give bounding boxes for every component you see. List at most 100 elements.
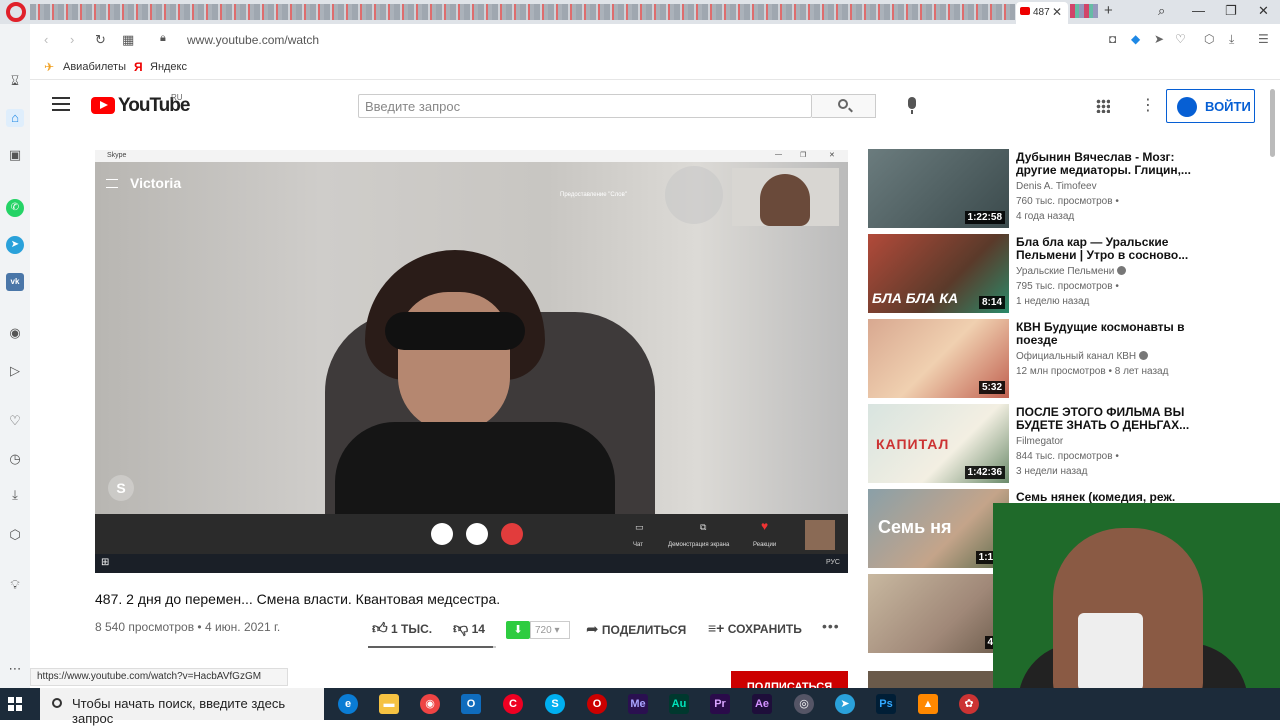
apps-grid-icon[interactable] xyxy=(1096,99,1110,113)
rec-title[interactable]: Дубынин Вячеслав - Мозг: другие медиатор… xyxy=(1016,151,1191,177)
save-button[interactable]: ≡+ СОХРАНИТЬ xyxy=(708,620,802,636)
plane-icon: ✈ xyxy=(44,60,55,74)
tips-icon[interactable]: 💡︎ xyxy=(6,576,24,594)
rec-item[interactable]: БЛА БЛА КА 8:14 Бла бла кар — Уральские … xyxy=(868,234,1198,314)
tab-search-icon[interactable]: ⌕ xyxy=(1158,3,1165,19)
downloads-icon[interactable]: ⤓ xyxy=(6,486,24,504)
rec-thumbnail[interactable] xyxy=(868,671,1009,688)
quality-select[interactable]: 720 ▾ xyxy=(530,621,570,639)
explorer-icon[interactable]: ▬ xyxy=(379,694,399,714)
vk-icon[interactable]: vk xyxy=(6,273,24,291)
youtube-favicon-icon xyxy=(1020,7,1030,15)
mic-icon[interactable] xyxy=(908,97,916,114)
send-icon[interactable]: ➤ xyxy=(1154,32,1164,46)
shield-icon[interactable]: ◆ xyxy=(1131,32,1140,46)
rec-thumbnail[interactable]: 44: xyxy=(868,574,1009,653)
maximize-icon[interactable]: ❐ xyxy=(1225,3,1237,19)
rec-thumbnail[interactable]: Семь ня 1:12: xyxy=(868,489,1009,568)
more-actions-icon[interactable]: ••• xyxy=(822,618,840,634)
download-video-button[interactable]: ⬇ xyxy=(506,621,530,639)
menu-icon[interactable] xyxy=(52,97,70,111)
rec-item[interactable]: 5:32 КВН Будущие космонавты в поезде Офи… xyxy=(868,319,1198,399)
close-window-icon[interactable]: ✕ xyxy=(1258,3,1269,19)
rec-item[interactable]: 1:22:58 Дубынин Вячеслав - Мозг: другие … xyxy=(868,149,1198,229)
home-icon[interactable]: ⌂ xyxy=(6,109,24,127)
telegram-icon[interactable]: ➤ xyxy=(835,694,855,714)
video-views-date: 8 540 просмотров • 4 июн. 2021 г. xyxy=(95,620,281,634)
forward-icon[interactable]: › xyxy=(70,32,74,47)
cube-icon[interactable]: ⬡ xyxy=(1204,32,1214,46)
vlc-icon[interactable]: ▲ xyxy=(918,694,938,714)
media-encoder-icon[interactable]: Me xyxy=(628,694,648,714)
edge-icon[interactable]: e xyxy=(338,694,358,714)
search-input[interactable] xyxy=(359,95,779,117)
windows-start-icon[interactable] xyxy=(8,697,22,711)
whatsapp-icon[interactable]: ✆ xyxy=(6,199,24,217)
download-icon[interactable]: ⤓ xyxy=(1229,32,1234,47)
opera-logo-icon[interactable] xyxy=(6,2,26,22)
easy-setup-icon[interactable]: ☰ xyxy=(1258,32,1269,46)
audition-icon[interactable]: Au xyxy=(669,694,689,714)
search-button[interactable] xyxy=(812,94,876,118)
tab-strip[interactable] xyxy=(30,4,1015,20)
self-head-shape xyxy=(760,174,810,226)
rec-title[interactable]: КВН Будущие космонавты в поезде xyxy=(1016,321,1191,347)
pinned-tabs[interactable] xyxy=(1070,4,1098,18)
after-effects-icon[interactable]: Ae xyxy=(752,694,772,714)
rec-thumbnail[interactable]: 1:22:58 xyxy=(868,149,1009,228)
send-icon[interactable]: ▷ xyxy=(6,362,24,380)
rec-channel[interactable]: Filmegator xyxy=(1016,436,1063,447)
heart-icon[interactable]: ♡ xyxy=(6,412,24,430)
more-vert-icon[interactable]: ⋮ xyxy=(1140,95,1156,115)
hourglass-icon[interactable]: ⌛︎ xyxy=(6,72,24,90)
rec-title[interactable]: Бла бла кар — Уральские Пельмени | Утро … xyxy=(1016,236,1191,262)
back-icon[interactable]: ‹ xyxy=(44,32,48,47)
reload-icon[interactable]: ↻ xyxy=(95,32,106,48)
rec-channel[interactable]: Официальный канал КВН xyxy=(1016,351,1149,362)
chrome-icon[interactable]: ◉ xyxy=(420,694,440,714)
dislike-button[interactable]: 👎︎ 14 xyxy=(453,620,485,638)
history-icon[interactable]: ◷ xyxy=(6,450,24,468)
taskbar-search[interactable]: Чтобы начать поиск, введите здесь запрос xyxy=(40,688,324,726)
rec-channel[interactable]: Denis A. Timofeev xyxy=(1016,181,1097,192)
tabs-grid-icon[interactable]: ▦ xyxy=(122,32,134,48)
rec-thumb-text: БЛА БЛА КА xyxy=(872,290,959,306)
opera-icon[interactable]: O xyxy=(587,694,607,714)
skype-icon[interactable]: S xyxy=(545,694,565,714)
player-icon[interactable]: ◉ xyxy=(6,324,24,342)
rec-views: 844 тыс. просмотров • xyxy=(1016,451,1119,462)
youtube-logo-icon[interactable] xyxy=(91,97,115,114)
cube-icon[interactable]: ⬡ xyxy=(6,526,24,544)
camera-icon[interactable]: ◘ xyxy=(1109,32,1116,46)
obs-icon[interactable]: ◎ xyxy=(794,694,814,714)
minimize-icon[interactable]: — xyxy=(1192,3,1205,18)
close-tab-icon[interactable]: ✕ xyxy=(1052,5,1062,19)
rec-thumbnail[interactable]: КАПИТАЛ 1:42:36 xyxy=(868,404,1009,483)
lock-icon[interactable]: 🔒︎ xyxy=(160,32,166,45)
subscribe-button[interactable]: ПОДПИСАТЬСЯ xyxy=(731,671,848,688)
like-button[interactable]: 👍︎ 1 ТЫС. xyxy=(372,620,432,638)
verified-icon xyxy=(1117,266,1127,275)
photoshop-icon[interactable]: Ps xyxy=(876,694,896,714)
bookmark-avia[interactable]: Авиабилеты xyxy=(63,61,126,73)
share-button[interactable]: ➦ ПОДЕЛИТЬСЯ xyxy=(586,620,686,638)
more-icon[interactable]: ⋯ xyxy=(6,660,24,678)
rec-channel[interactable]: Уральские Пельмени xyxy=(1016,266,1127,277)
app-icon[interactable]: C xyxy=(503,694,523,714)
page-scrollbar[interactable] xyxy=(1270,89,1275,157)
premiere-icon[interactable]: Pr xyxy=(710,694,730,714)
media-icon[interactable]: ▣ xyxy=(6,146,24,164)
bookmark-yandex[interactable]: Яндекс xyxy=(150,61,187,73)
outlook-icon[interactable]: O xyxy=(461,694,481,714)
rec-thumbnail[interactable]: 5:32 xyxy=(868,319,1009,398)
rec-item[interactable]: КАПИТАЛ 1:42:36 ПОСЛЕ ЭТОГО ФИЛЬМА ВЫ БУ… xyxy=(868,404,1198,484)
app-icon[interactable]: ✿ xyxy=(959,694,979,714)
rec-title[interactable]: ПОСЛЕ ЭТОГО ФИЛЬМА ВЫ БУДЕТЕ ЗНАТЬ О ДЕН… xyxy=(1016,406,1191,432)
url-text[interactable]: www.youtube.com/watch xyxy=(187,33,319,47)
telegram-icon[interactable]: ➤ xyxy=(6,236,24,254)
video-player[interactable]: Skype — ❐ ✕ Victoria Предоставление "Сло… xyxy=(95,150,848,573)
new-tab-button[interactable]: + xyxy=(1104,2,1113,19)
rec-thumbnail[interactable]: БЛА БЛА КА 8:14 xyxy=(868,234,1009,313)
heart-icon[interactable]: ♡ xyxy=(1175,32,1186,46)
signin-button[interactable]: ВОЙТИ xyxy=(1166,89,1255,123)
